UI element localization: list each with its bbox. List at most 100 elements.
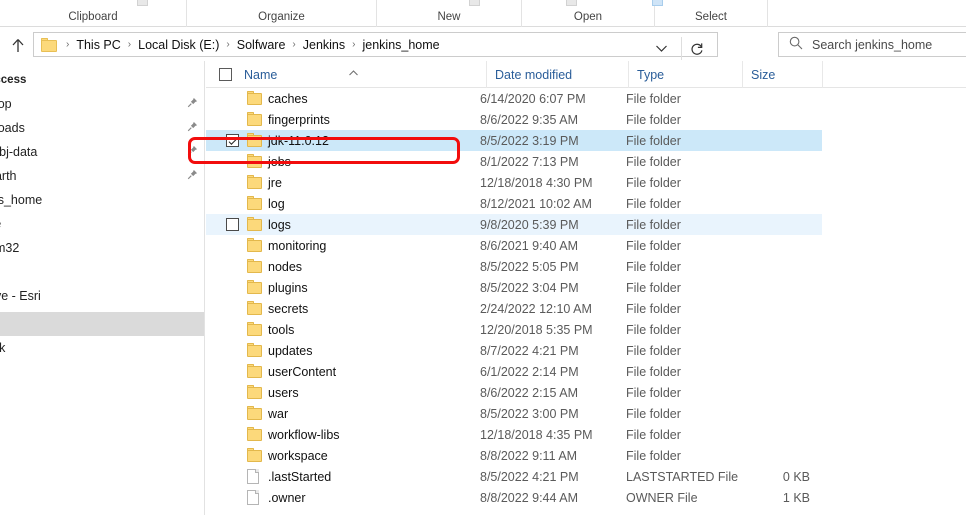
file-date-modified: 8/6/2022 2:15 AM [480, 385, 578, 400]
file-name: log [268, 196, 285, 211]
table-row[interactable]: userContent 6/1/2022 2:14 PM File folder [206, 361, 966, 382]
up-arrow-icon [12, 38, 24, 52]
column-header-type[interactable]: Type [628, 61, 742, 88]
table-row[interactable]: workflow-libs 12/18/2018 4:35 PM File fold… [206, 424, 966, 445]
breadcrumb-item[interactable]: Jenkins [301, 38, 347, 52]
ribbon-group-new[interactable]: New [377, 0, 522, 27]
folder-icon [247, 343, 263, 357]
folder-icon [247, 259, 263, 273]
pin-icon[interactable] [187, 145, 198, 159]
nav-item-label: em32 [0, 241, 20, 255]
up-arrow-button[interactable] [6, 33, 30, 57]
table-row[interactable]: updates 8/7/2022 4:21 PM File folder [206, 340, 966, 361]
file-name: userContent [268, 364, 337, 379]
file-date-modified: 8/5/2022 3:00 PM [480, 406, 579, 421]
folder-icon [247, 301, 263, 315]
table-row[interactable]: logs 9/8/2020 5:39 PM File folder [206, 214, 822, 235]
breadcrumb-item[interactable]: jenkins_home [360, 38, 441, 52]
table-row[interactable]: jobs 8/1/2022 7:13 PM File folder [206, 151, 966, 172]
table-row[interactable]: war 8/5/2022 3:00 PM File folder [206, 403, 966, 424]
table-row[interactable]: log 8/12/2021 10:02 AM File folder [206, 193, 966, 214]
table-row[interactable]: caches 6/14/2020 6:07 PM File folder [206, 88, 966, 109]
ribbon-group-open[interactable]: Open [522, 0, 655, 27]
breadcrumb-dropdown-button[interactable] [649, 37, 673, 60]
ribbon-button-icon[interactable] [469, 0, 480, 6]
file-name: tools [268, 322, 295, 337]
row-checkbox[interactable] [226, 218, 239, 231]
column-header-row: Name Date modified Type Size [206, 61, 966, 88]
file-date-modified: 8/1/2022 7:13 PM [480, 154, 579, 169]
file-date-modified: 8/5/2022 5:05 PM [480, 259, 579, 274]
pin-icon[interactable] [187, 97, 198, 111]
ribbon-group-clipboard[interactable]: Clipboard [0, 0, 187, 27]
file-icon [247, 490, 263, 505]
nav-item[interactable]: nloads [0, 116, 204, 140]
row-checkbox[interactable] [226, 134, 239, 147]
ribbon-button-icon[interactable] [566, 0, 577, 6]
column-header-name[interactable]: Name [214, 61, 486, 88]
search-input[interactable]: Search jenkins_home [812, 38, 932, 52]
breadcrumb-bar[interactable]: › This PC › Local Disk (E:) › Solfware › Jenkin… [33, 32, 718, 60]
column-header-size[interactable]: Size [742, 61, 822, 88]
table-row[interactable]: .lastStarted 8/5/2022 4:21 PM LASTSTARTED … [206, 466, 966, 487]
file-type: File folder [626, 175, 681, 190]
nav-item-label: rive - Esri [0, 289, 41, 303]
table-row[interactable]: nodes 8/5/2022 5:05 PM File folder [206, 256, 966, 277]
nav-item[interactable]: ork [0, 336, 204, 360]
file-name: plugins [268, 280, 308, 295]
file-date-modified: 2/24/2022 12:10 AM [480, 301, 592, 316]
table-row[interactable]: fingerprints 8/6/2022 9:35 AM File folder [206, 109, 966, 130]
refresh-button[interactable] [681, 37, 711, 60]
file-type: File folder [626, 154, 681, 169]
ribbon-button-icon[interactable] [652, 0, 663, 6]
column-header-date-modified[interactable]: Date modified [486, 61, 628, 88]
table-row[interactable]: plugins 8/5/2022 3:04 PM File folder [206, 277, 966, 298]
breadcrumb-item[interactable]: This PC [74, 38, 122, 52]
breadcrumb-item[interactable]: Solfware [235, 38, 288, 52]
table-row[interactable]: tools 12/20/2018 5:35 PM File folder [206, 319, 966, 340]
table-row[interactable]: monitoring 8/6/2021 9:40 AM File folder [206, 235, 966, 256]
ribbon-group-select[interactable]: Select [655, 0, 768, 27]
nav-item[interactable]: C [0, 312, 204, 336]
ribbon-button-icon[interactable] [137, 0, 148, 6]
folder-icon [247, 364, 263, 378]
file-size [742, 319, 810, 340]
nav-item[interactable]: em32 [0, 236, 204, 260]
table-row[interactable]: workspace 8/8/2022 9:11 AM File folder [206, 445, 966, 466]
file-size [742, 172, 810, 193]
nav-item-label: ins_home [0, 193, 43, 207]
file-size [742, 340, 810, 361]
file-date-modified: 6/1/2022 2:14 PM [480, 364, 579, 379]
folder-icon [247, 448, 263, 462]
nav-item[interactable]: n-bj-data [0, 140, 204, 164]
nav-item[interactable]: access [0, 68, 204, 92]
file-type: File folder [626, 322, 681, 337]
pin-icon[interactable] [187, 169, 198, 183]
nav-item[interactable]: p [0, 260, 204, 284]
file-date-modified: 12/18/2018 4:30 PM [480, 175, 593, 190]
nav-item[interactable]: ktop [0, 92, 204, 116]
file-type: File folder [626, 301, 681, 316]
file-size [742, 193, 810, 214]
column-header-blank[interactable] [822, 61, 882, 88]
ribbon-group-label: Open [573, 10, 603, 23]
nav-item[interactable]: earth [0, 164, 204, 188]
nav-item[interactable]: rive - Esri [0, 284, 204, 308]
file-type: File folder [626, 448, 681, 463]
table-row[interactable]: jdk-11.0.12 8/5/2022 3:19 PM File folder [206, 130, 822, 151]
table-row[interactable]: users 8/6/2022 2:15 AM File folder [206, 382, 966, 403]
pin-icon[interactable] [187, 121, 198, 135]
breadcrumb-separator-icon: › [127, 39, 132, 50]
search-box[interactable]: Search jenkins_home [778, 32, 966, 57]
table-row[interactable]: jre 12/18/2018 4:30 PM File folder [206, 172, 966, 193]
file-type: File folder [626, 238, 681, 253]
nav-item[interactable]: ins_home [0, 188, 204, 212]
table-row[interactable]: .owner 8/8/2022 9:44 AM OWNER File 1 KB [206, 487, 966, 508]
ribbon-group-organize[interactable]: Organize [187, 0, 377, 27]
nav-item-label: earth [0, 169, 17, 183]
table-row[interactable]: secrets 2/24/2022 12:10 AM File folder [206, 298, 966, 319]
breadcrumb-item[interactable]: Local Disk (E:) [136, 38, 221, 52]
nav-item[interactable]: ce [0, 212, 204, 236]
navigation-pane[interactable]: access ktop nloads n-bj-data earth ins_homece… [0, 61, 205, 515]
